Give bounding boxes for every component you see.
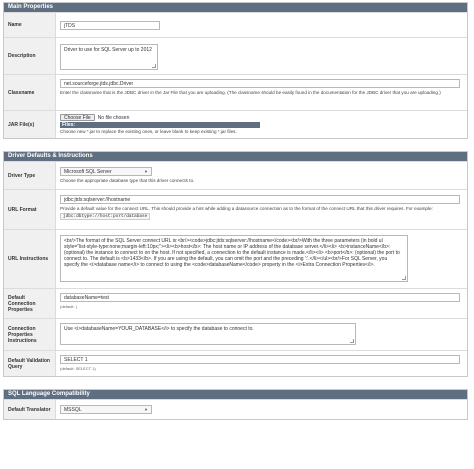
default-connection-row: Default Connection Properties databaseNa… bbox=[4, 288, 467, 318]
default-translator-select[interactable]: MSSQL ▼ bbox=[60, 405, 152, 414]
description-text: Driver to use for SQL Server up to 2012 bbox=[64, 47, 152, 53]
jar-files-row: JAR File(s) Choose File No file chosen F… bbox=[4, 110, 467, 138]
sql-compatibility-section: SQL Language Compatibility Default Trans… bbox=[3, 389, 468, 420]
validation-query-hint: (default: SELECT 1) bbox=[60, 366, 96, 371]
section-header-sql: SQL Language Compatibility bbox=[4, 390, 467, 399]
main-properties-section: Main Properties Name jTDS Description Dr… bbox=[3, 2, 468, 139]
section-header-defaults: Driver Defaults & Instructions bbox=[4, 152, 467, 161]
name-label: Name bbox=[4, 13, 56, 37]
driver-defaults-section: Driver Defaults & Instructions Driver Ty… bbox=[3, 151, 468, 377]
section-header-main: Main Properties bbox=[4, 3, 467, 12]
url-format-example: jdbc:dbtype://host:port/database bbox=[60, 212, 151, 220]
jar-files-label: JAR File(s) bbox=[4, 111, 56, 138]
files-bar: Files: bbox=[60, 122, 260, 128]
validation-query-label: Default Validation Query bbox=[4, 351, 56, 376]
classname-label: Classname bbox=[4, 75, 56, 110]
validation-query-input[interactable]: SELECT 1 bbox=[60, 355, 460, 364]
resize-handle-icon[interactable] bbox=[152, 64, 156, 68]
driver-type-help: Choose the appropriate database type tha… bbox=[60, 178, 195, 183]
connection-instructions-row: Connection Properties Instructions Use <… bbox=[4, 318, 467, 350]
driver-type-select[interactable]: Microsoft SQL Server ▼ bbox=[60, 167, 152, 176]
url-format-input[interactable]: jdbc:jtds:sqlserver://hostname bbox=[60, 195, 460, 204]
connection-instructions-textarea[interactable]: Use <i>databaseName=YOUR_DATABASE</i> to… bbox=[60, 323, 356, 345]
default-connection-hint: (default: ) bbox=[60, 304, 77, 309]
default-connection-label: Default Connection Properties bbox=[4, 289, 56, 318]
connection-instructions-text: Use <i>databaseName=YOUR_DATABASE</i> to… bbox=[64, 326, 254, 332]
classname-input[interactable]: net.sourceforge.jtds.jdbc.Driver bbox=[60, 79, 460, 88]
default-translator-value: MSSQL bbox=[64, 407, 82, 413]
connection-instructions-label: Connection Properties Instructions bbox=[4, 319, 56, 350]
jar-help: Choose new *.jar to replace the existing… bbox=[60, 129, 237, 134]
classname-row: Classname net.sourceforge.jtds.jdbc.Driv… bbox=[4, 74, 467, 110]
description-row: Description Driver to use for SQL Server… bbox=[4, 37, 467, 74]
classname-help: Enter the classname that is the JDBC dri… bbox=[60, 90, 441, 95]
default-connection-input[interactable]: databaseName=test bbox=[60, 293, 460, 302]
resize-handle-icon[interactable] bbox=[350, 339, 354, 343]
name-row: Name jTDS bbox=[4, 12, 467, 37]
name-input[interactable]: jTDS bbox=[60, 21, 160, 30]
description-textarea[interactable]: Driver to use for SQL Server up to 2012 bbox=[60, 44, 158, 70]
no-file-chosen-text: No file chosen bbox=[97, 114, 130, 121]
url-format-label: URL Format bbox=[4, 190, 56, 229]
default-translator-label: Default Translator bbox=[4, 400, 56, 419]
driver-type-label: Driver Type bbox=[4, 162, 56, 189]
driver-type-row: Driver Type Microsoft SQL Server ▼ Choos… bbox=[4, 161, 467, 189]
url-instructions-textarea[interactable]: <br/>The format of the SQL Server connec… bbox=[60, 235, 408, 282]
url-instructions-label: URL Instructions bbox=[4, 230, 56, 288]
url-format-row: URL Format jdbc:jtds:sqlserver://hostnam… bbox=[4, 189, 467, 229]
resize-handle-icon[interactable] bbox=[402, 276, 406, 280]
url-instructions-text: <br/>The format of the SQL Server connec… bbox=[64, 238, 400, 268]
validation-query-row: Default Validation Query SELECT 1 (defau… bbox=[4, 350, 467, 376]
driver-form: Main Properties Name jTDS Description Dr… bbox=[3, 2, 468, 424]
driver-type-value: Microsoft SQL Server bbox=[64, 169, 112, 175]
chevron-down-icon: ▼ bbox=[144, 407, 148, 412]
chevron-down-icon: ▼ bbox=[144, 169, 148, 174]
choose-file-button[interactable]: Choose File bbox=[60, 114, 95, 121]
default-translator-row: Default Translator MSSQL ▼ bbox=[4, 399, 467, 419]
description-label: Description bbox=[4, 38, 56, 74]
url-format-help: Provide a default value for the connect … bbox=[60, 206, 433, 211]
url-instructions-row: URL Instructions <br/>The format of the … bbox=[4, 229, 467, 288]
